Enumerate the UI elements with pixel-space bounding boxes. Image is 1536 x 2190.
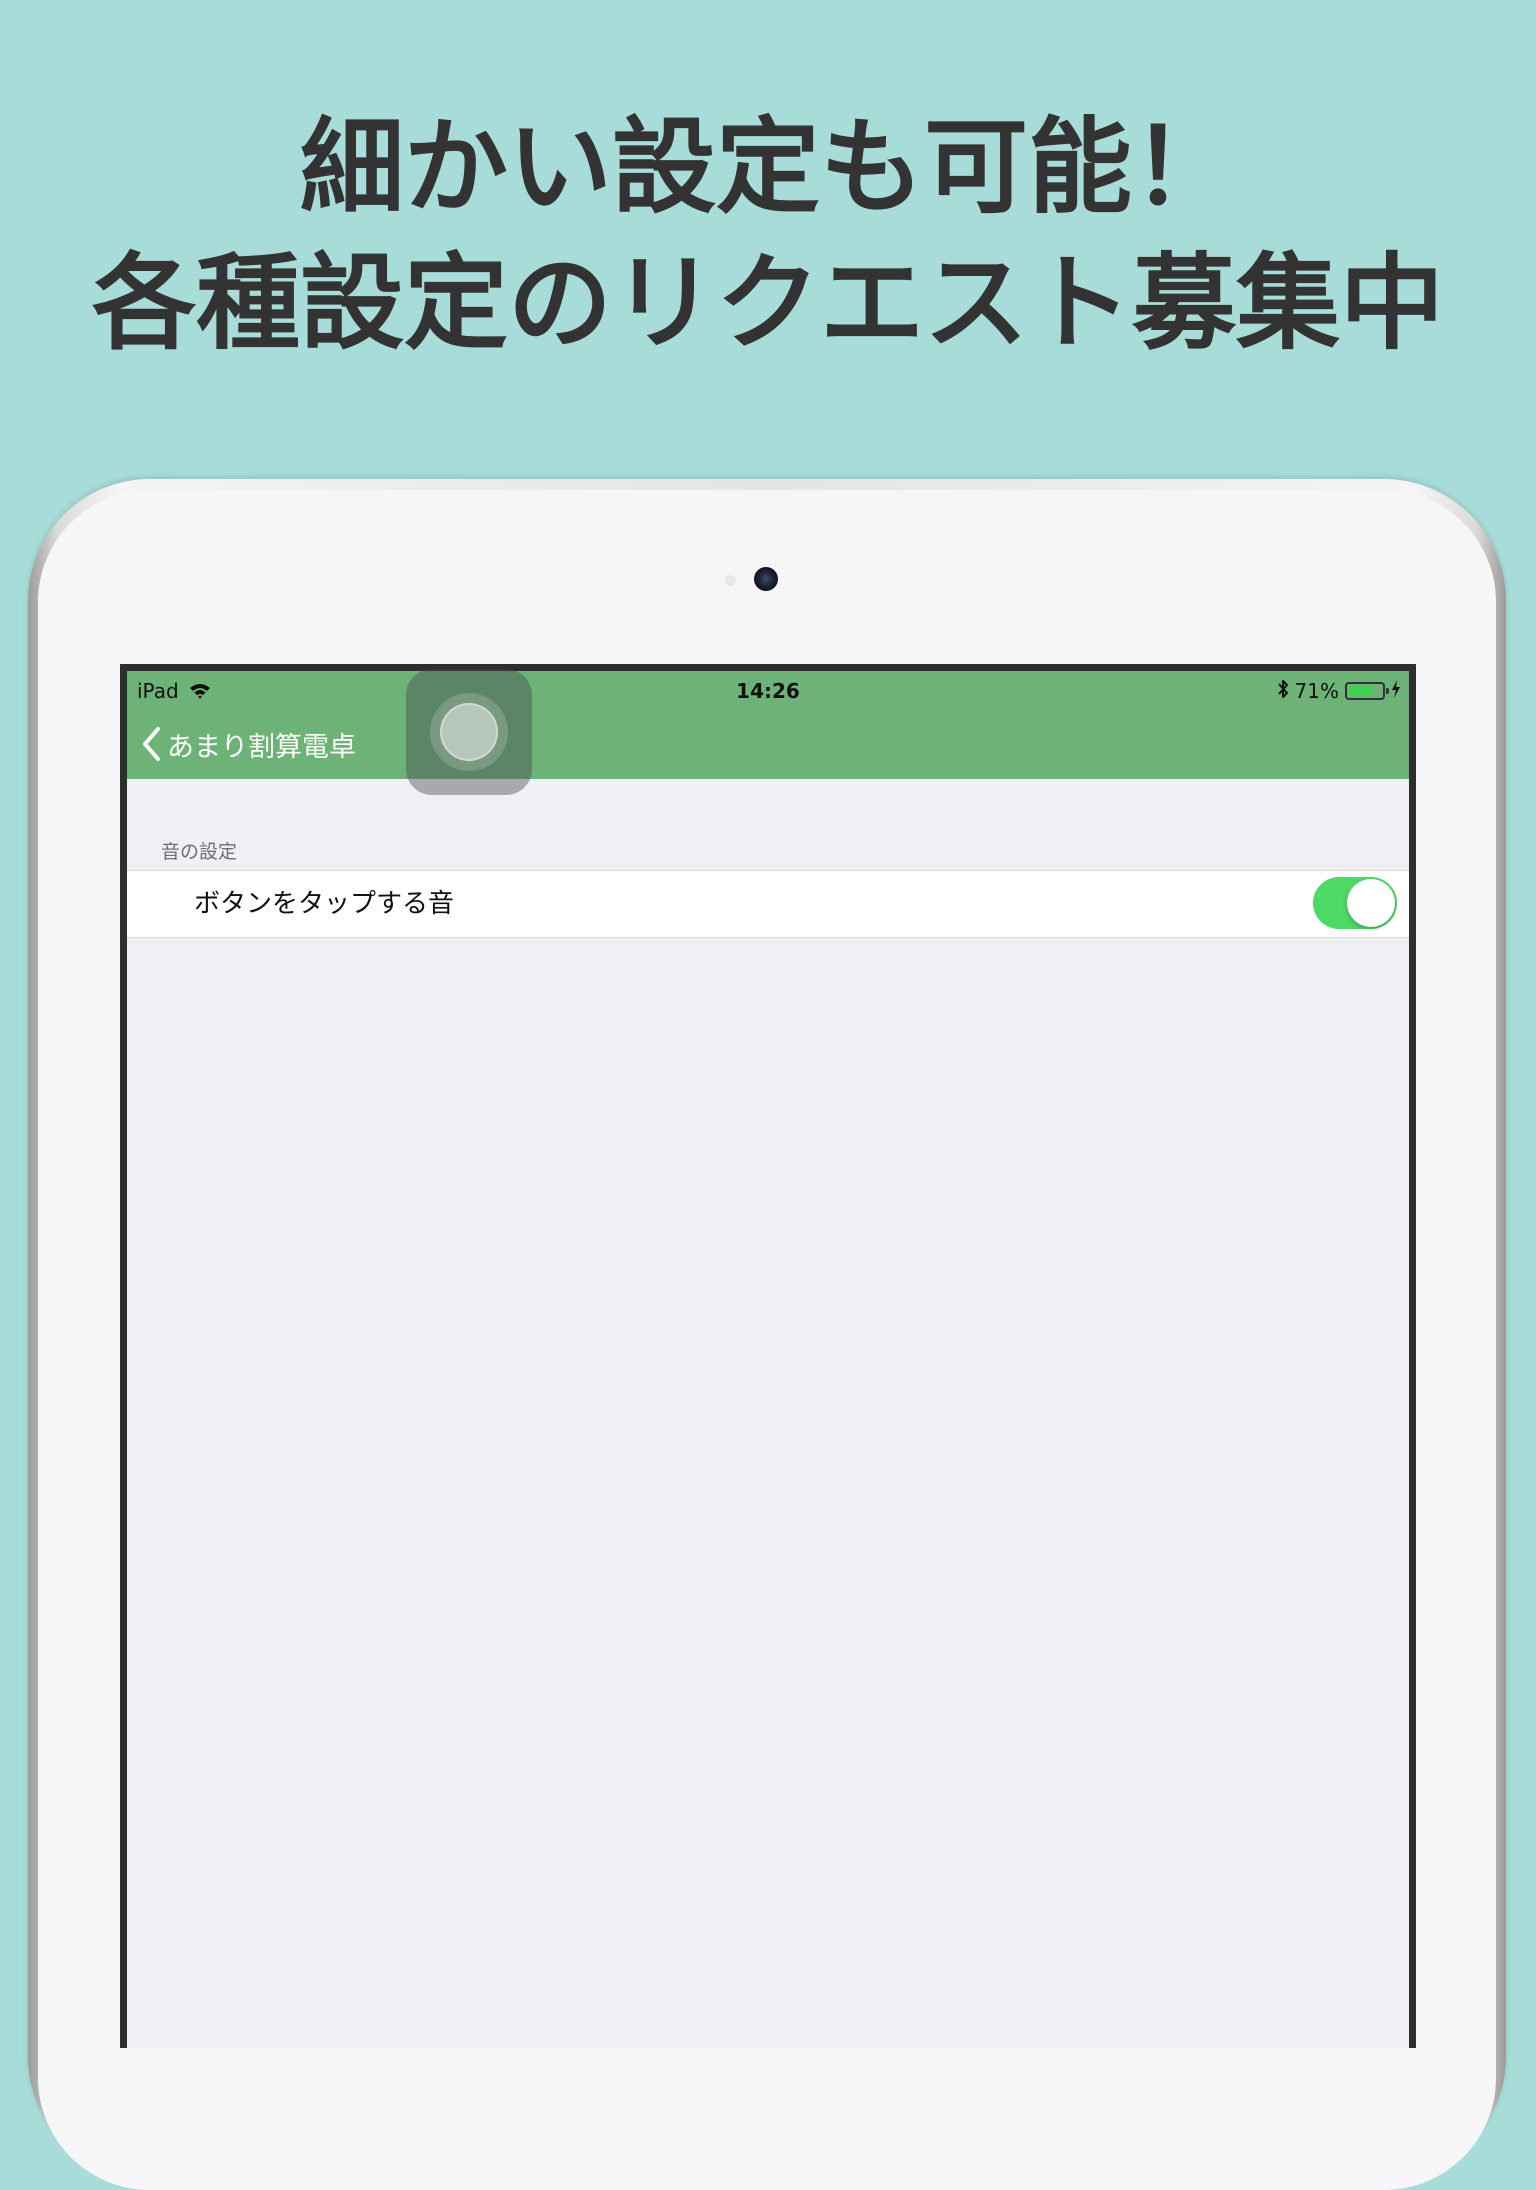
- bluetooth-icon: [1277, 679, 1289, 704]
- back-button[interactable]: あまり割算電卓: [141, 723, 356, 765]
- battery-fill: [1349, 686, 1371, 696]
- chevron-left-icon: [141, 727, 161, 761]
- assistive-touch-dot: [440, 703, 498, 761]
- tap-sound-toggle[interactable]: [1313, 877, 1397, 929]
- section-header: 音の設定: [161, 841, 238, 863]
- front-camera: [754, 567, 778, 591]
- headline-line-2: 各種設定のリクエスト募集中: [91, 242, 1444, 364]
- settings-row-tap-sound: ボタンをタップする音: [127, 870, 1409, 938]
- back-button-label: あまり割算電卓: [167, 731, 356, 763]
- toggle-knob: [1347, 879, 1395, 927]
- status-time: 14:26: [736, 679, 800, 703]
- assistive-touch-button[interactable]: [406, 669, 532, 795]
- settings-row-label: ボタンをタップする音: [194, 889, 455, 919]
- ambient-sensor: [725, 575, 736, 586]
- battery-percent: 71%: [1294, 679, 1339, 703]
- battery-tip: [1386, 688, 1389, 694]
- battery-icon: [1345, 682, 1389, 700]
- status-bar-right: 71%: [1271, 677, 1401, 705]
- app-screen: iPad 14:26 71% あまり割算電卓 音の設定 ボタンをタップする音: [127, 671, 1409, 2048]
- device-screen: iPad 14:26 71% あまり割算電卓 音の設定 ボタンをタップする音: [120, 664, 1416, 2048]
- navigation-bar: iPad 14:26 71% あまり割算電卓: [127, 671, 1409, 779]
- charging-icon: [1391, 679, 1401, 703]
- headline-line-1: 細かい設定も可能！: [299, 106, 1236, 228]
